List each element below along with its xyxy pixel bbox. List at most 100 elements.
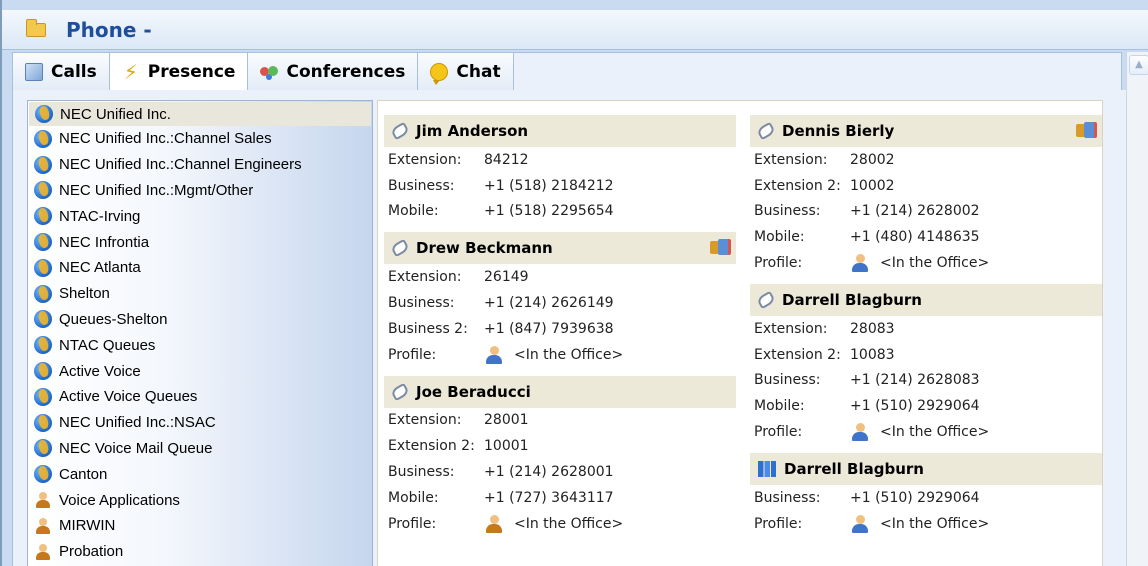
group-item[interactable]: Queues-Shelton (28, 307, 372, 333)
globe-icon (34, 465, 52, 484)
contact-card[interactable]: Darrell Blagburn Extension: 28083 Extension… (750, 283, 1102, 445)
group-label: NEC Infrontia (59, 233, 150, 251)
scroll-up-button[interactable]: ▲ (1129, 55, 1148, 75)
group-label: NEC Voice Mail Queue (59, 439, 213, 457)
detail-label: Extension: (754, 320, 828, 337)
calls-icon (25, 62, 43, 81)
contact-header[interactable]: Drew Beckmann (384, 232, 736, 265)
contact-card[interactable]: Jim Anderson Extension: 84212 Business: +1 (… (384, 115, 736, 224)
tab-bar: Calls ⚡ Presence Conferences Chat (12, 52, 1122, 91)
phone-icon (390, 121, 410, 141)
contact-name: Dennis Bierly (782, 122, 895, 140)
detail-label: Extension 2: (754, 346, 841, 363)
title-bar: Phone - (2, 10, 1148, 50)
contact-detail-row: Business 2: +1 (847) 7939638 (384, 316, 736, 342)
group-item[interactable]: Active Voice Queues (28, 384, 372, 410)
group-item[interactable]: NEC Unified Inc.:Mgmt/Other (28, 178, 372, 204)
group-list[interactable]: NEC Unified Inc. NEC Unified Inc.:Channel… (27, 100, 373, 566)
detail-label: Business: (754, 203, 821, 220)
phone-window: Phone - Calls ⚡ Presence Conferences Cha… (0, 0, 1148, 566)
globe-icon (35, 105, 53, 123)
contact-detail-row: Extension: 26149 (384, 264, 736, 290)
group-item[interactable]: NEC Atlanta (28, 255, 372, 281)
contact-card[interactable]: Drew Beckmann Extension: 26149 Business: +1 … (384, 232, 736, 367)
contact-header[interactable]: Darrell Blagburn (750, 283, 1102, 316)
detail-value[interactable]: +1 (847) 7939638 (484, 321, 614, 337)
phone-status-icon (710, 239, 731, 257)
tab-label: Conferences (286, 61, 406, 82)
tab-presence[interactable]: ⚡ Presence (109, 53, 249, 91)
detail-value[interactable]: +1 (510) 2929064 (850, 490, 980, 506)
group-item[interactable]: NEC Unified Inc.:Channel Engineers (28, 152, 372, 178)
contact-detail-row: Business: +1 (214) 2628002 (750, 199, 1102, 225)
group-item[interactable]: MIRWIN (28, 513, 372, 539)
group-label: NEC Unified Inc.:Channel Sales (59, 130, 272, 148)
contact-card[interactable]: Dennis Bierly Extension: 28002 Extension 2:… (750, 115, 1102, 276)
detail-value[interactable]: +1 (214) 2626149 (484, 295, 614, 311)
contact-header[interactable]: Darrell Blagburn (750, 452, 1102, 485)
lightning-icon: ⚡ (123, 60, 138, 84)
contacts-column-left: Jim Anderson Extension: 84212 Business: +1 (… (384, 115, 736, 545)
group-item[interactable]: NTAC-Irving (28, 203, 372, 229)
group-item[interactable]: Shelton (28, 281, 372, 307)
contact-name: Darrell Blagburn (784, 459, 924, 478)
contact-header[interactable]: Joe Beraducci (384, 375, 736, 408)
tab-chat[interactable]: Chat (418, 53, 514, 90)
detail-value: <In the Office> (880, 424, 990, 441)
vertical-scrollbar[interactable]: ▲ (1126, 52, 1148, 566)
detail-value[interactable]: +1 (214) 2628001 (484, 464, 614, 480)
profile-person-icon (484, 345, 504, 365)
detail-value[interactable]: 28002 (850, 152, 895, 168)
detail-value[interactable]: 28001 (484, 412, 529, 428)
detail-value[interactable]: +1 (727) 3643117 (484, 490, 614, 506)
contact-name: Drew Beckmann (416, 239, 553, 258)
group-label: NEC Unified Inc.:Mgmt/Other (59, 181, 254, 199)
detail-value[interactable]: 26149 (484, 269, 529, 285)
contact-detail-row: Business: +1 (518) 2184212 (384, 173, 736, 199)
detail-value[interactable]: 10001 (484, 438, 529, 454)
detail-value[interactable]: +1 (510) 2929064 (850, 398, 980, 414)
contact-card[interactable]: Darrell Blagburn Business: +1 (510) 292906… (750, 452, 1102, 537)
tab-conferences[interactable]: Conferences (248, 53, 419, 90)
contact-detail-row: Extension 2: 10002 (750, 173, 1102, 199)
contact-detail-row: Profile: <In the Office> (750, 250, 1102, 276)
contact-name: Darrell Blagburn (782, 290, 922, 309)
detail-value[interactable]: +1 (480) 4148635 (850, 229, 980, 245)
contact-detail-row: Business: +1 (214) 2626149 (384, 290, 736, 316)
contact-card[interactable]: Joe Beraducci Extension: 28001 Extension 2:… (384, 375, 736, 537)
contact-header[interactable]: Dennis Bierly (750, 115, 1102, 147)
detail-value: <In the Office> (514, 515, 624, 532)
group-item[interactable]: Active Voice (28, 358, 372, 384)
detail-value[interactable]: +1 (214) 2628002 (850, 203, 980, 219)
detail-value[interactable]: +1 (518) 2184212 (484, 178, 614, 194)
globe-icon (34, 181, 52, 200)
group-item[interactable]: Voice Applications (28, 487, 372, 513)
contact-detail-row: Profile: <In the Office> (750, 419, 1102, 445)
group-item[interactable]: NEC Unified Inc.:NSAC (28, 410, 372, 436)
contact-detail-row: Profile: <In the Office> (750, 511, 1102, 537)
contact-header[interactable]: Jim Anderson (384, 115, 736, 147)
group-item[interactable]: Probation (28, 539, 372, 565)
contact-detail-row: Extension: 28002 (750, 147, 1102, 173)
detail-label: Business: (388, 295, 455, 312)
group-item[interactable]: NEC Infrontia (28, 229, 372, 255)
group-item[interactable]: NEC Unified Inc.:Channel Sales (28, 126, 372, 152)
group-label: Probation (59, 543, 124, 561)
detail-value[interactable]: +1 (214) 2628083 (850, 372, 980, 388)
phone-icon (756, 121, 776, 141)
group-item[interactable]: NEC Voice Mail Queue (28, 436, 372, 462)
building-icon (758, 460, 776, 477)
group-item[interactable]: NTAC Queues (28, 332, 372, 358)
detail-value[interactable]: 10002 (850, 178, 895, 194)
globe-icon (34, 233, 52, 252)
tab-calls[interactable]: Calls (13, 53, 110, 90)
group-item[interactable]: NEC Unified Inc. (29, 102, 371, 126)
detail-value[interactable]: 84212 (484, 152, 529, 168)
profile-person-icon (850, 514, 870, 534)
group-label: Voice Applications (59, 491, 180, 509)
detail-value[interactable]: 28083 (850, 321, 895, 337)
detail-value[interactable]: 10083 (850, 347, 895, 363)
group-item[interactable]: Canton (28, 461, 372, 487)
detail-value[interactable]: +1 (518) 2295654 (484, 203, 614, 219)
group-label: Shelton (59, 285, 110, 303)
